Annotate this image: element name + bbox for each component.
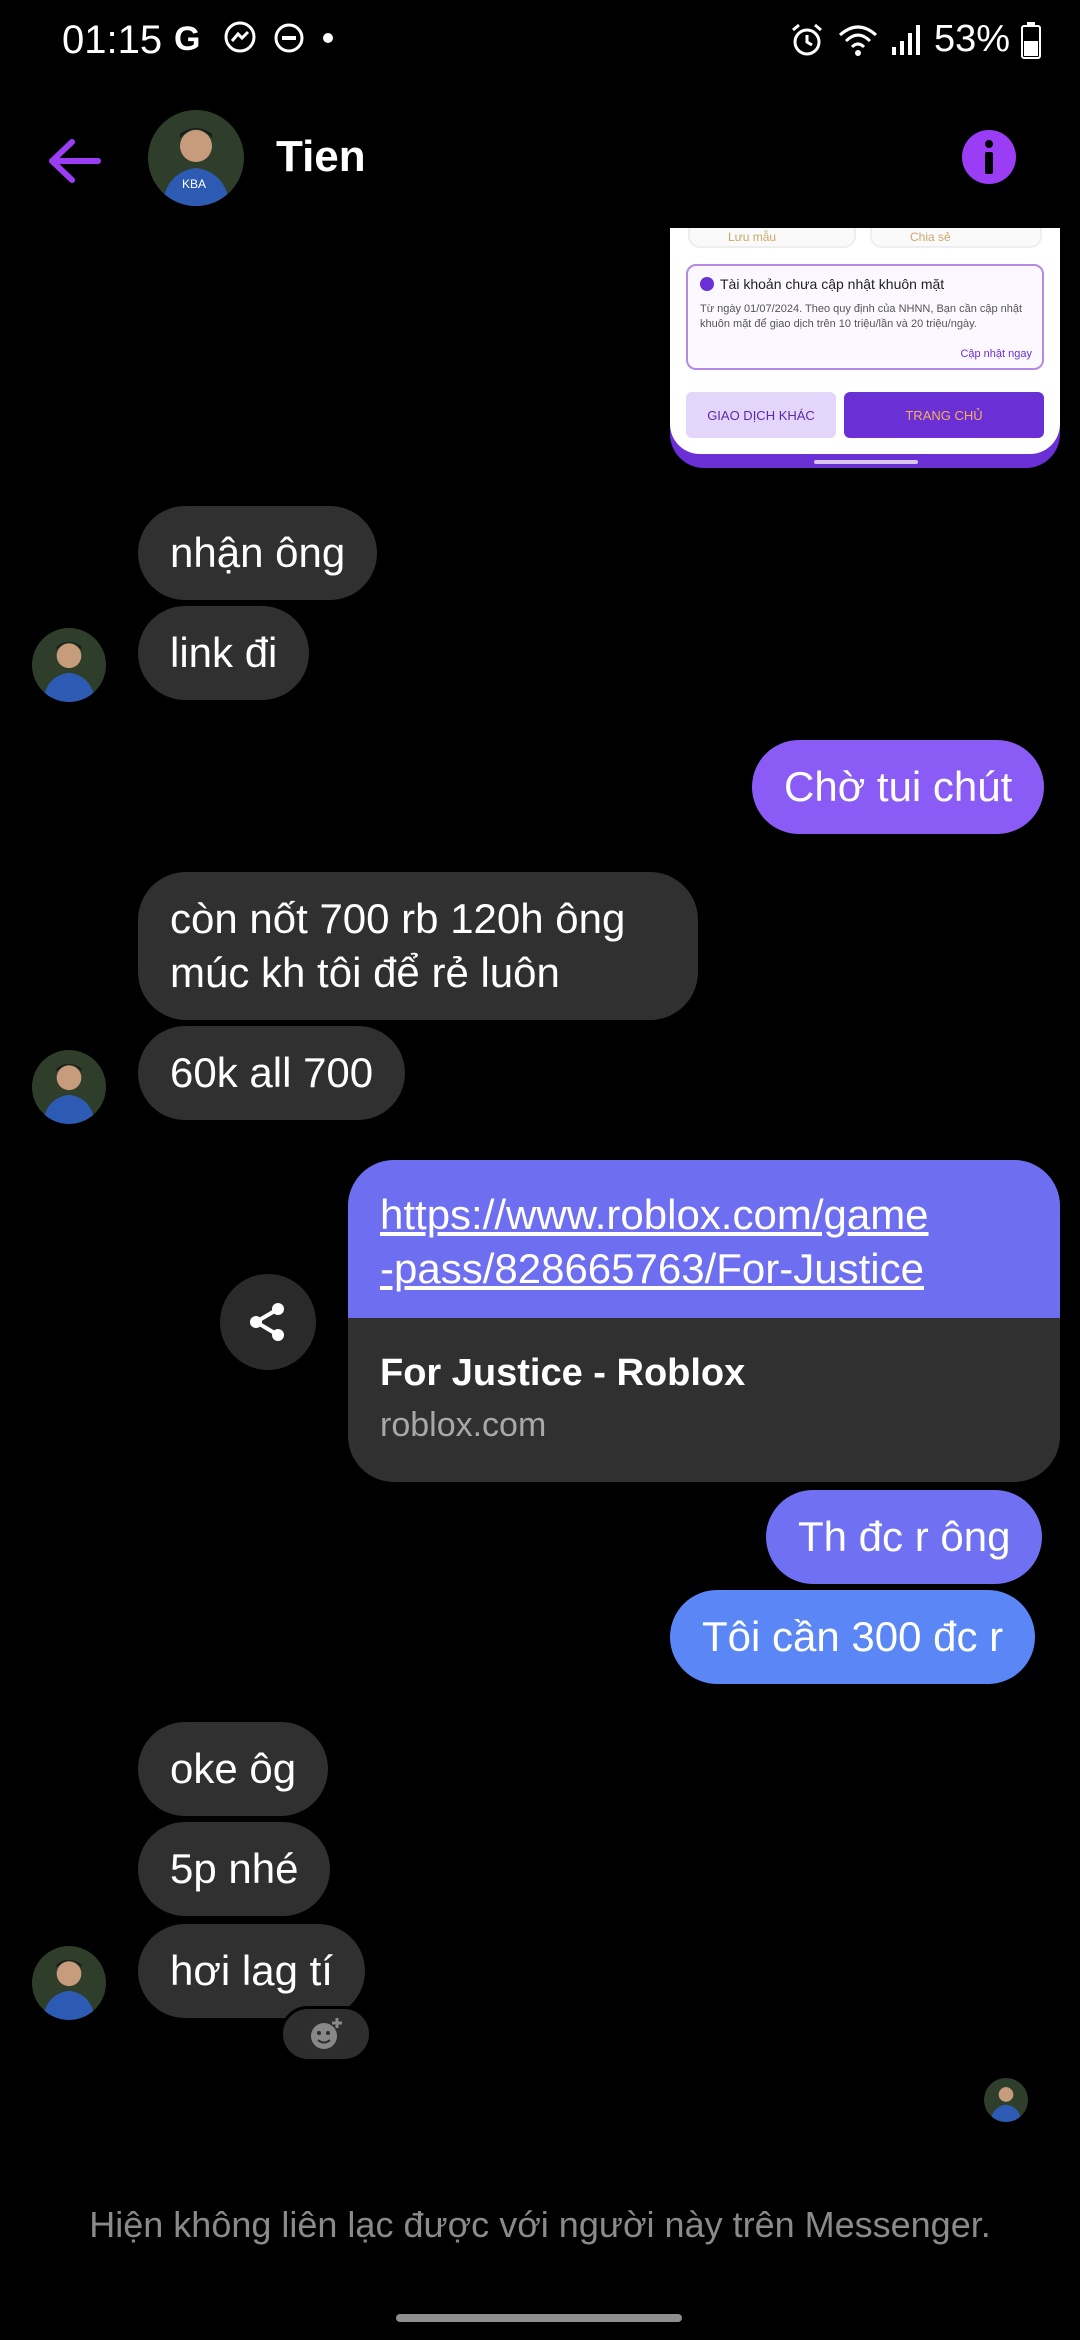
outgoing-message[interactable]: Chờ tui chút <box>752 740 1045 834</box>
incoming-message[interactable]: link đi <box>138 606 310 700</box>
link-preview-domain: roblox.com <box>380 1406 547 1444</box>
link-preview-title: For Justice - Roblox <box>380 1352 746 1394</box>
outgoing-message[interactable]: Tôi cần 300 đc r <box>670 1590 1036 1684</box>
alarm-icon <box>791 23 822 55</box>
avatar-photo-icon <box>32 1946 106 2020</box>
image-button-home: TRANG CHỦ <box>844 392 1044 438</box>
system-icons: 53% <box>788 18 1042 61</box>
avatar-photo-icon <box>984 2078 1028 2122</box>
info-button[interactable] <box>960 128 1018 186</box>
dnd-icon <box>274 23 304 53</box>
contact-avatar[interactable]: KBA <box>148 110 244 206</box>
avatar-photo-icon <box>32 1050 106 1124</box>
image-message[interactable]: Lưu mẫu Chia sẻ Tài khoản chưa cập nhật … <box>670 228 1060 468</box>
warning-icon <box>700 277 714 291</box>
link-url-line[interactable]: https://www.roblox.com/game <box>380 1188 1028 1242</box>
share-button[interactable] <box>220 1274 316 1370</box>
image-handle <box>814 460 918 464</box>
contact-name[interactable]: Tien <box>276 132 366 182</box>
link-url-section: https://www.roblox.com/game -pass/828665… <box>348 1160 1060 1318</box>
incoming-message[interactable]: oke ôg <box>138 1722 329 1816</box>
incoming-message-line: múc kh tôi để rẻ luôn <box>170 949 560 996</box>
incoming-message[interactable]: còn nốt 700 rb 120h ông múc kh tôi để rẻ… <box>138 872 698 1020</box>
info-icon <box>962 130 1016 184</box>
share-icon <box>250 1303 284 1341</box>
notification-icons: G <box>172 20 336 56</box>
image-warning-body: Từ ngày 01/07/2024. Theo quy định của NH… <box>700 303 1023 330</box>
image-content: Lưu mẫu Chia sẻ Tài khoản chưa cập nhật … <box>670 228 1060 454</box>
svg-text:KBA: KBA <box>182 177 206 191</box>
image-card-left: Lưu mẫu <box>688 228 856 248</box>
status-bar: 01:15 G 53% <box>0 0 1080 84</box>
outgoing-message[interactable]: Th đc r ông <box>766 1490 1043 1584</box>
battery-icon <box>1021 21 1041 59</box>
chat-header: KBA Tien <box>0 96 1080 226</box>
svg-text:G: G <box>174 20 200 56</box>
seen-avatar <box>984 2078 1028 2122</box>
image-card-right: Chia sẻ <box>870 228 1042 248</box>
image-warning-title-text: Tài khoản chưa cập nhật khuôn mặt <box>720 276 945 292</box>
contact-avatar-small[interactable] <box>32 628 106 702</box>
image-button-other: GIAO DỊCH KHÁC <box>686 392 836 438</box>
incoming-message[interactable]: hơi lag tí <box>138 1924 365 2018</box>
image-warning-link: Cập nhật ngay <box>960 348 1032 360</box>
image-card-left-label: Lưu mẫu <box>728 230 777 244</box>
add-reaction-icon <box>311 2018 342 2049</box>
image-warning-box: Tài khoản chưa cập nhật khuôn mặt Từ ngà… <box>686 264 1044 370</box>
avatar-photo-icon <box>32 628 106 702</box>
back-arrow-icon <box>49 139 101 183</box>
incoming-message[interactable]: 5p nhé <box>138 1822 331 1916</box>
avatar-photo-icon: KBA <box>148 110 244 206</box>
contact-avatar-small[interactable] <box>32 1050 106 1124</box>
add-reaction-button[interactable] <box>280 2006 372 2062</box>
image-top-cards: Lưu mẫu Chia sẻ <box>670 228 1060 250</box>
link-preview-card[interactable]: https://www.roblox.com/game -pass/828665… <box>348 1160 1060 1482</box>
image-warning-title: Tài khoản chưa cập nhật khuôn mặt <box>700 276 1030 292</box>
wifi-icon <box>838 25 877 56</box>
incoming-message[interactable]: 60k all 700 <box>138 1026 406 1120</box>
home-indicator[interactable] <box>396 2314 682 2322</box>
contact-avatar-small[interactable] <box>32 1946 106 2020</box>
battery-percent: 53% <box>933 18 1010 60</box>
unavailable-notice: Hiện không liên lạc được với người này t… <box>89 2204 991 2245</box>
messenger-icon <box>224 21 256 53</box>
link-url-line[interactable]: -pass/828665763/For-Justice <box>380 1242 1028 1296</box>
image-card-right-label: Chia sẻ <box>910 230 951 244</box>
incoming-message[interactable]: nhận ông <box>138 506 378 600</box>
dot-icon <box>323 33 333 43</box>
back-button[interactable] <box>40 126 110 196</box>
google-icon: G <box>174 20 200 56</box>
status-time: 01:15 <box>62 18 163 62</box>
incoming-message-line: còn nốt 700 rb 120h ông <box>170 895 626 942</box>
signal-icon <box>891 24 920 55</box>
